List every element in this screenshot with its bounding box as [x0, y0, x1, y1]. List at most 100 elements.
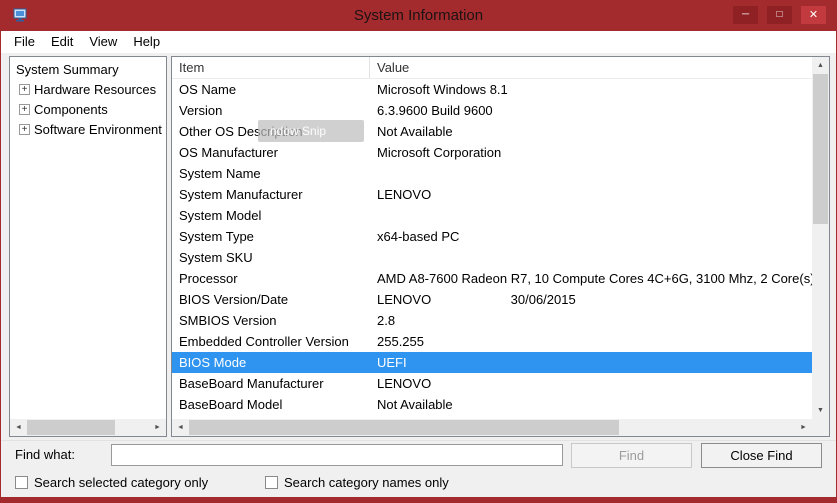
checkbox-label: Search category names only — [284, 468, 449, 497]
close-button[interactable]: ✕ — [801, 6, 826, 24]
horizontal-scrollbar[interactable]: ◄ ► — [172, 419, 812, 436]
tree-horizontal-scrollbar[interactable]: ◄ ► — [10, 419, 166, 436]
scrollbar-thumb[interactable] — [27, 420, 115, 435]
table-row[interactable]: System Type x64-based PC — [172, 226, 812, 247]
table-row[interactable]: System Manufacturer LENOVO — [172, 184, 812, 205]
value-cell: AMD A8-7600 Radeon R7, 10 Compute Cores … — [370, 268, 812, 289]
value-cell: 2.8 — [370, 310, 812, 331]
scrollbar-thumb[interactable] — [189, 420, 619, 435]
list-header: Item Value — [172, 57, 812, 79]
search-options-row: Search selected category only Search cat… — [1, 468, 836, 497]
menu-file[interactable]: File — [6, 31, 43, 53]
checkbox-label: Search selected category only — [34, 468, 208, 497]
tree-item-components[interactable]: + Components — [10, 100, 166, 120]
table-row[interactable]: Processor AMD A8-7600 Radeon R7, 10 Comp… — [172, 268, 812, 289]
table-row[interactable]: OS Manufacturer Microsoft Corporation — [172, 142, 812, 163]
item-cell: System Manufacturer — [172, 184, 370, 205]
scroll-left-icon[interactable]: ◄ — [172, 419, 189, 436]
menu-view[interactable]: View — [81, 31, 125, 53]
system-information-window: System Information ─ □ ✕ FileEditViewHel… — [0, 0, 837, 503]
checkbox-icon[interactable] — [15, 476, 28, 489]
expand-icon[interactable]: + — [19, 104, 30, 115]
tree-item-system-summary[interactable]: System Summary — [10, 60, 166, 80]
scroll-right-icon[interactable]: ► — [795, 419, 812, 436]
find-input[interactable] — [111, 444, 563, 466]
tree-item-hardware-resources[interactable]: + Hardware Resources — [10, 80, 166, 100]
find-button[interactable]: Find — [571, 443, 692, 468]
table-row[interactable]: BaseBoard Model Not Available — [172, 394, 812, 415]
item-cell: BaseBoard Model — [172, 394, 370, 415]
item-cell: System Type — [172, 226, 370, 247]
vertical-scrollbar[interactable]: ▲ ▼ — [812, 57, 829, 419]
search-selected-category-option[interactable]: Search selected category only — [15, 468, 208, 497]
table-row[interactable]: System SKU — [172, 247, 812, 268]
item-cell: BaseBoard Manufacturer — [172, 373, 370, 394]
item-cell: Processor — [172, 268, 370, 289]
tree-item-label: Components — [34, 102, 108, 117]
minimize-button[interactable]: ─ — [733, 6, 758, 24]
value-cell: LENOVO — [370, 184, 812, 205]
checkbox-icon[interactable] — [265, 476, 278, 489]
table-row[interactable]: SMBIOS Version 2.8 — [172, 310, 812, 331]
table-row[interactable]: OS Name Microsoft Windows 8.1 — [172, 79, 812, 100]
item-cell: SMBIOS Version — [172, 310, 370, 331]
table-row[interactable]: Version 6.3.9600 Build 9600 — [172, 100, 812, 121]
menu-bar: FileEditViewHelp — [1, 31, 836, 53]
title-bar[interactable]: System Information ─ □ ✕ — [1, 0, 836, 31]
scroll-left-icon[interactable]: ◄ — [10, 419, 27, 436]
find-what-label: Find what: — [15, 441, 75, 469]
value-cell — [370, 205, 812, 226]
item-cell: BIOS Version/Date — [172, 289, 370, 310]
tree-item-label: Hardware Resources — [34, 82, 156, 97]
close-find-button[interactable]: Close Find — [701, 443, 822, 468]
scrollbar-corner — [812, 419, 829, 436]
item-cell: BIOS Mode — [172, 352, 370, 373]
expand-icon[interactable]: + — [19, 84, 30, 95]
value-cell: Not Available — [370, 121, 812, 142]
scroll-right-icon[interactable]: ► — [149, 419, 166, 436]
scroll-down-icon[interactable]: ▼ — [812, 402, 829, 419]
close-icon: ✕ — [809, 10, 818, 20]
item-cell: OS Manufacturer — [172, 142, 370, 163]
table-row[interactable]: BaseBoard Manufacturer LENOVO — [172, 373, 812, 394]
tree-children: + Hardware Resources + Components + Software … — [10, 80, 166, 140]
maximize-button[interactable]: □ — [767, 6, 792, 24]
item-cell: System Name — [172, 163, 370, 184]
value-cell: Microsoft Corporation — [370, 142, 812, 163]
tree-item-label: Software Environment — [34, 122, 162, 137]
menu-edit[interactable]: Edit — [43, 31, 81, 53]
item-cell: OS Name — [172, 79, 370, 100]
maximize-icon: □ — [776, 10, 782, 20]
search-category-names-option[interactable]: Search category names only — [265, 468, 449, 497]
column-header-item[interactable]: Item — [172, 57, 370, 78]
table-row[interactable]: System Model — [172, 205, 812, 226]
value-cell: Not Available — [370, 394, 812, 415]
scrollbar-thumb[interactable] — [813, 74, 828, 224]
minimize-icon: ─ — [742, 10, 749, 20]
scroll-up-icon[interactable]: ▲ — [812, 57, 829, 74]
value-cell: Microsoft Windows 8.1 — [370, 79, 812, 100]
table-row[interactable]: System Name — [172, 163, 812, 184]
details-pane: Item Value OS Name Microsoft Windows 8.1… — [171, 56, 830, 437]
value-cell: 255.255 — [370, 331, 812, 352]
category-tree-pane: System Summary + Hardware Resources + Compo… — [9, 56, 167, 437]
expand-icon[interactable]: + — [19, 124, 30, 135]
menu-help[interactable]: Help — [125, 31, 168, 53]
table-row[interactable]: BIOS Version/Date LENOVO 30/06/2015 — [172, 289, 812, 310]
tree-item-label: System Summary — [16, 62, 119, 77]
table-row[interactable]: BIOS Mode UEFI — [172, 352, 812, 373]
value-cell: 6.3.9600 Build 9600 — [370, 100, 812, 121]
item-cell: Embedded Controller Version — [172, 331, 370, 352]
find-bar: Find what: Find Close Find — [1, 440, 836, 468]
value-cell — [370, 163, 812, 184]
snip-tooltip-overlay: ndow Snip — [258, 120, 364, 142]
value-cell: UEFI — [370, 352, 812, 373]
column-header-value[interactable]: Value — [370, 57, 812, 78]
tree-item-software-environment[interactable]: + Software Environment — [10, 120, 166, 140]
table-row[interactable]: Embedded Controller Version 255.255 — [172, 331, 812, 352]
category-tree: System Summary + Hardware Resources + Compo… — [10, 57, 166, 140]
item-cell: System Model — [172, 205, 370, 226]
value-cell: LENOVO — [370, 373, 812, 394]
caption-buttons: ─ □ ✕ — [733, 6, 826, 24]
value-cell: x64-based PC — [370, 226, 812, 247]
